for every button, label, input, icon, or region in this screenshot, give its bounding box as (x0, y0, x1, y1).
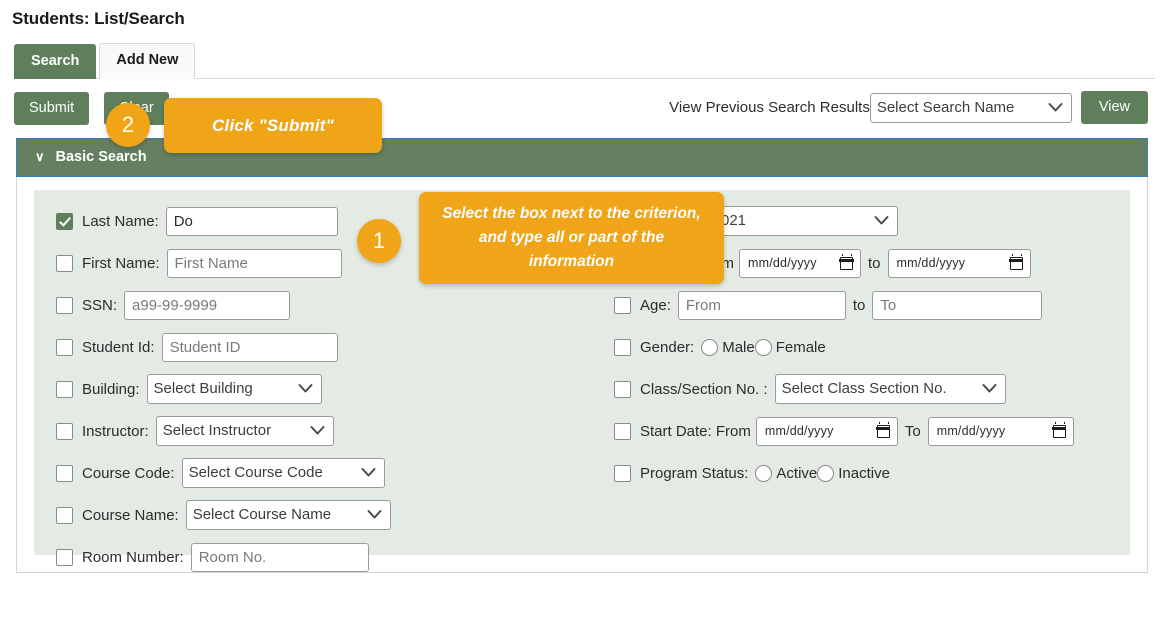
field-row-student-id: Student Id: (56, 332, 486, 362)
previous-search-results-label: View Previous Search Results (669, 99, 870, 116)
chevron-down-icon: ∨ (35, 149, 45, 164)
label-first-name: First Name: (82, 254, 160, 272)
label-program-status-active: Active (776, 464, 818, 482)
date-range-1-from-value: mm/dd/yyyy (748, 256, 817, 270)
checkbox-first-name[interactable] (56, 254, 73, 272)
field-row-instructor: Instructor: Select Instructor (56, 416, 486, 446)
input-age-from[interactable] (677, 290, 846, 320)
label-gender: Gender: (640, 338, 695, 356)
select-class-section[interactable]: Select Class Section No. (774, 374, 1006, 404)
class-section-select-wrap: Select Class Section No. (774, 374, 1006, 404)
step-badge-1: 1 (357, 219, 401, 263)
date-range-1-to-value: mm/dd/yyyy (896, 256, 966, 270)
label-building: Building: (82, 380, 140, 398)
calendar-icon (1008, 253, 1024, 270)
checkbox-course-name[interactable] (56, 506, 73, 524)
radio-gender-male[interactable] (701, 338, 719, 356)
label-gender-female: Female (775, 338, 826, 356)
input-student-id[interactable] (161, 332, 338, 362)
start-date-from-value: mm/dd/yyyy (764, 424, 834, 438)
submit-button[interactable]: Submit (14, 92, 90, 125)
select-course-name[interactable]: Select Course Name (185, 500, 391, 530)
course-name-select-wrap: Select Course Name (185, 500, 391, 530)
checkbox-room-number[interactable] (56, 548, 73, 566)
checkbox-last-name[interactable] (56, 212, 73, 230)
instructor-select-wrap: Select Instructor (155, 416, 334, 446)
checkbox-start-date[interactable] (614, 422, 631, 440)
label-program-status: Program Status: (640, 464, 749, 482)
input-first-name[interactable] (166, 248, 342, 278)
callout-click-submit: Click "Submit" (164, 98, 382, 153)
date-input-start-to[interactable]: mm/dd/yyyy (927, 416, 1074, 446)
label-date-range-1-join: to (868, 254, 881, 272)
date-input-range-1-to[interactable]: mm/dd/yyyy (887, 248, 1031, 278)
view-button[interactable]: View (1080, 91, 1148, 124)
input-ssn[interactable] (124, 290, 291, 320)
field-row-program-status: Program Status: Active Inactive (614, 458, 1104, 488)
date-input-range-1-from[interactable]: mm/dd/yyyy (739, 248, 861, 278)
field-row-ssn: SSN: (56, 290, 486, 320)
checkbox-program-status[interactable] (614, 464, 631, 482)
label-class-section: Class/Section No. : (640, 380, 768, 398)
tab-search[interactable]: Search (14, 44, 97, 79)
label-ssn: SSN: (82, 296, 118, 314)
label-last-name: Last Name: (82, 212, 159, 230)
checkbox-instructor[interactable] (56, 422, 73, 440)
checkbox-class-section[interactable] (614, 380, 631, 398)
label-course-name: Course Name: (82, 506, 179, 524)
page-title: Students: List/Search (12, 9, 185, 28)
label-gender-male: Male (722, 338, 755, 356)
select-year[interactable]: 021 (714, 206, 898, 236)
checkbox-building[interactable] (56, 380, 73, 398)
label-instructor: Instructor: (82, 422, 149, 440)
tab-add-new[interactable]: Add New (99, 43, 196, 79)
basic-search-title: Basic Search (55, 149, 147, 165)
field-row-class-section: Class/Section No. : Select Class Section… (614, 374, 1104, 404)
field-row-room-number: Room Number: (56, 542, 486, 572)
tab-strip: Search Add New (14, 43, 1169, 79)
checkbox-student-id[interactable] (56, 338, 73, 356)
building-select-wrap: Select Building (146, 374, 322, 404)
label-course-code: Course Code: (82, 464, 175, 482)
course-code-select-wrap: Select Course Code (181, 458, 385, 488)
callout-select-criterion: Select the box next to the criterion, an… (419, 192, 724, 284)
callout-criterion-text: Select the box next to the criterion, an… (442, 205, 701, 270)
previous-search-select-wrap: Select Search Name (869, 92, 1072, 123)
calendar-icon (876, 421, 891, 438)
previous-search-select[interactable]: Select Search Name (869, 92, 1072, 123)
field-row-gender: Gender: Male Female (614, 332, 1104, 362)
calendar-icon (1052, 421, 1067, 438)
label-age-join: to (852, 296, 866, 314)
select-building[interactable]: Select Building (146, 374, 322, 404)
input-age-to[interactable] (872, 290, 1043, 320)
radio-gender-female[interactable] (754, 338, 772, 356)
date-input-start-from[interactable]: mm/dd/yyyy (755, 416, 898, 446)
checkbox-ssn[interactable] (56, 296, 73, 314)
select-course-code[interactable]: Select Course Code (181, 458, 385, 488)
label-student-id: Student Id: (82, 338, 155, 356)
field-row-age: Age: to (614, 290, 1104, 320)
input-last-name[interactable] (165, 206, 338, 236)
previous-search-results-group: View Previous Search Results Select Sear… (669, 91, 1148, 124)
radio-program-status-active[interactable] (755, 464, 773, 482)
select-instructor[interactable]: Select Instructor (155, 416, 334, 446)
field-row-start-date: Start Date: From mm/dd/yyyy To mm/dd/yyy… (614, 416, 1104, 446)
field-row-course-name: Course Name: Select Course Name (56, 500, 486, 530)
checkbox-course-code[interactable] (56, 464, 73, 482)
step-badge-2: 2 (106, 103, 150, 147)
checkbox-gender[interactable] (614, 338, 631, 356)
label-age: Age: (640, 296, 671, 314)
input-room-number[interactable] (190, 542, 369, 572)
year-select-wrap: 021 (714, 206, 898, 236)
checkbox-age[interactable] (614, 296, 631, 314)
label-start-date: Start Date: From (640, 422, 751, 440)
label-start-date-join: To (904, 422, 921, 440)
field-row-building: Building: Select Building (56, 374, 486, 404)
label-room-number: Room Number: (82, 548, 184, 566)
label-program-status-inactive: Inactive (838, 464, 890, 482)
start-date-to-value: mm/dd/yyyy (936, 424, 1006, 438)
calendar-icon (839, 253, 854, 270)
radio-program-status-inactive[interactable] (817, 464, 835, 482)
field-row-course-code: Course Code: Select Course Code (56, 458, 486, 488)
